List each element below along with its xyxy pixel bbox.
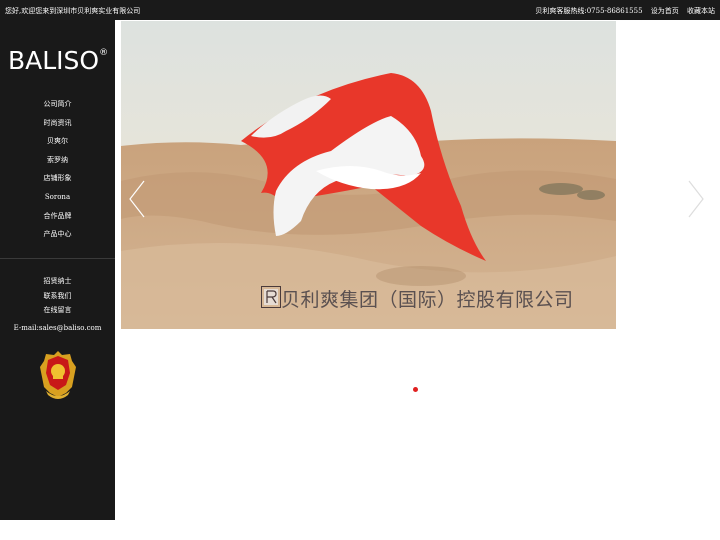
nav-item-recruitment[interactable]: 招贤纳士 (0, 276, 115, 291)
sidebar-divider (0, 258, 115, 259)
police-emblem-icon[interactable] (38, 349, 78, 401)
welcome-text: 您好,欢迎您来到深圳市贝利爽实业有限公司 (5, 7, 141, 15)
nav-item-suoluona[interactable]: 索罗纳 (0, 154, 115, 173)
nav-item-contact[interactable]: 联系我们 (0, 291, 115, 306)
set-home-link[interactable]: 设为首页 (651, 7, 679, 15)
nav-item-beishuanger[interactable]: 贝爽尔 (0, 135, 115, 154)
nav-item-message[interactable]: 在线留言 (0, 305, 115, 320)
bookmark-link[interactable]: 收藏本站 (687, 7, 715, 15)
hotline-text: 贝利爽客服热线:0755-86861555 (535, 7, 643, 15)
nav-item-store-image[interactable]: 店铺形象 (0, 172, 115, 191)
hero-banner[interactable]: 贝利爽集团（国际）控股有限公司 (121, 21, 616, 329)
nav-item-products[interactable]: 产品中心 (0, 228, 115, 247)
logo-text: BALISO (8, 46, 100, 75)
next-arrow-icon[interactable] (686, 179, 706, 219)
nav-item-company-intro[interactable]: 公司简介 (0, 98, 115, 117)
prev-arrow-icon[interactable] (127, 179, 147, 219)
slide-indicator-dot[interactable] (413, 387, 418, 392)
registered-mark: ® (99, 48, 109, 58)
top-bar: 您好,欢迎您来到深圳市贝利爽实业有限公司 贝利爽客服热线:0755-868615… (0, 0, 720, 20)
contact-email[interactable]: E-mail:sales@baliso.com (0, 324, 115, 332)
banner-caption: 贝利爽集团（国际）控股有限公司 (281, 289, 574, 311)
nav-item-sorona[interactable]: Sorona (0, 191, 115, 210)
banner-image (121, 21, 616, 329)
main-nav: 公司简介 时尚资讯 贝爽尔 索罗纳 店铺形象 Sorona 合作品牌 产品中心 (0, 98, 115, 247)
nav-item-partner-brands[interactable]: 合作品牌 (0, 210, 115, 229)
brand-logo[interactable]: BALISO® (8, 46, 108, 75)
company-logo-icon (261, 286, 281, 308)
secondary-nav: 招贤纳士 联系我们 在线留言 (0, 276, 115, 320)
sidebar: BALISO® 公司简介 时尚资讯 贝爽尔 索罗纳 店铺形象 Sorona 合作… (0, 20, 115, 520)
topbar-links: 贝利爽客服热线:0755-86861555 设为首页 收藏本站 (529, 6, 715, 16)
nav-item-fashion-news[interactable]: 时尚资讯 (0, 117, 115, 136)
